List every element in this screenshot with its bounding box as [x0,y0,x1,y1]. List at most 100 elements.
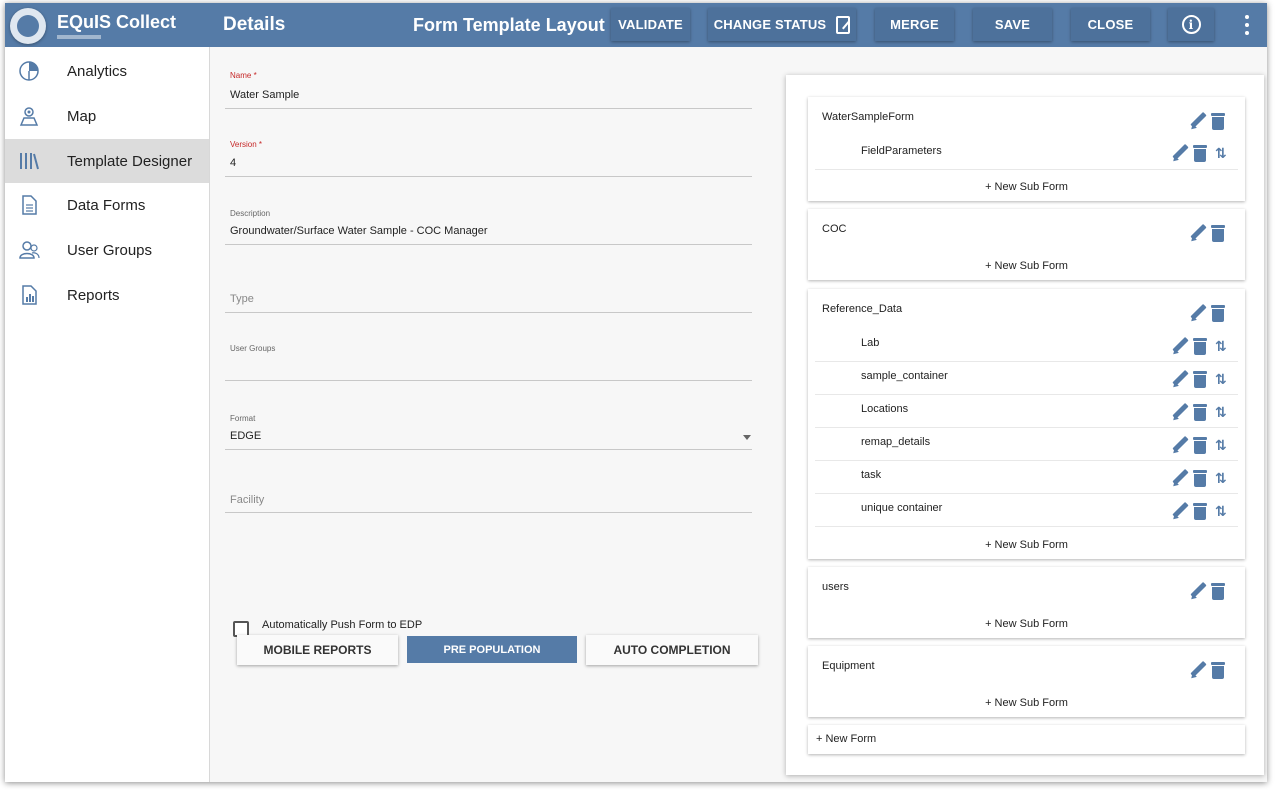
delete-icon[interactable] [1193,370,1207,388]
reorder-icon[interactable]: ⇅ [1215,144,1229,162]
reorder-icon[interactable]: ⇅ [1215,370,1229,388]
reorder-icon[interactable]: ⇅ [1215,469,1229,487]
name-field[interactable]: Name * Water Sample [225,67,752,109]
delete-icon[interactable] [1211,582,1225,600]
form-card-coc: COC + New Sub Form [808,209,1245,280]
app-name: EQuIS Collect [57,12,177,32]
sidebar-item-template-designer[interactable]: Template Designer [5,139,209,183]
users-icon [19,241,40,259]
merge-button[interactable]: MERGE [875,8,954,41]
edit-icon[interactable] [1171,502,1189,520]
edit-icon[interactable] [1171,337,1189,355]
delete-icon[interactable] [1211,661,1225,679]
description-label: Description [230,209,271,218]
delete-icon[interactable] [1211,112,1225,130]
pie-chart-icon [19,61,39,81]
version-field[interactable]: Version * 4 [225,135,752,177]
sub-form-name: sample_container [861,370,948,382]
new-sub-form-link[interactable]: + New Sub Form [808,260,1245,272]
sub-form-name: unique container [861,502,943,514]
form-card-users: users + New Sub Form [808,567,1245,638]
reorder-icon[interactable]: ⇅ [1215,337,1229,355]
chevron-down-icon [743,435,751,440]
save-button[interactable]: SAVE [973,8,1052,41]
close-button[interactable]: CLOSE [1071,8,1150,41]
sub-form-row: remap_details ⇅ [815,428,1238,461]
edit-icon[interactable] [1189,661,1207,679]
delete-icon[interactable] [1193,469,1207,487]
edit-icon[interactable] [1189,582,1207,600]
sidebar-item-user-groups[interactable]: User Groups [5,228,209,272]
new-form-label: + New Form [816,733,877,745]
new-sub-form-link[interactable]: + New Sub Form [808,618,1245,630]
edit-icon[interactable] [1171,370,1189,388]
sub-form-row: task ⇅ [815,461,1238,494]
validate-button[interactable]: VALIDATE [611,8,690,41]
delete-icon[interactable] [1193,144,1207,162]
mobile-reports-button[interactable]: MOBILE REPORTS [237,635,398,665]
change-status-button[interactable]: CHANGE STATUS [708,8,856,41]
description-value: Groundwater/Surface Water Sample - COC M… [230,225,488,237]
reorder-icon[interactable]: ⇅ [1215,436,1229,454]
name-value: Water Sample [230,89,300,101]
edit-document-icon [836,15,851,34]
auto-completion-label: AUTO COMPLETION [613,643,731,657]
sidebar-item-data-forms[interactable]: Data Forms [5,183,209,227]
brand: EQuIS Collect [5,3,210,47]
sidebar-item-map[interactable]: Map [5,94,209,138]
format-select[interactable]: Format EDGE [225,410,752,450]
edit-icon[interactable] [1171,436,1189,454]
validate-label: VALIDATE [618,17,683,32]
new-form-button[interactable]: + New Form [808,725,1245,754]
save-label: SAVE [994,17,1031,32]
info-button[interactable]: i [1168,8,1214,41]
reorder-icon[interactable]: ⇅ [1215,403,1229,421]
form-title: users [822,581,849,593]
facility-field[interactable]: Facility [225,489,752,513]
layout-title: Form Template Layout [413,15,605,35]
more-menu-icon[interactable] [1245,15,1249,35]
sidebar-item-label: Reports [67,286,120,304]
page-title: Details [223,14,286,35]
edit-icon[interactable] [1171,403,1189,421]
top-bar: EQuIS Collect Details Form Template Layo… [5,3,1267,47]
sidebar-item-label: Data Forms [67,196,146,214]
sidebar-item-label: Template Designer [67,152,193,170]
delete-icon[interactable] [1193,436,1207,454]
pre-population-label: PRE POPULATION [443,643,541,656]
form-title: Equipment [822,660,875,672]
sidebar-item-reports[interactable]: Reports [5,273,209,317]
sidebar-item-analytics[interactable]: Analytics [5,49,209,93]
edit-icon[interactable] [1189,304,1207,322]
sub-form-row: Locations ⇅ [815,395,1238,428]
delete-icon[interactable] [1193,403,1207,421]
delete-icon[interactable] [1211,304,1225,322]
pre-population-button[interactable]: PRE POPULATION [407,636,577,663]
edit-icon[interactable] [1189,112,1207,130]
reorder-icon[interactable]: ⇅ [1215,502,1229,520]
type-placeholder: Type [230,293,254,305]
type-field[interactable]: Type [225,289,752,313]
new-sub-form-link[interactable]: + New Sub Form [808,181,1245,193]
report-icon [22,285,37,305]
mobile-reports-label: MOBILE REPORTS [263,643,372,657]
sub-form-name: Locations [861,403,909,415]
auto-completion-button[interactable]: AUTO COMPLETION [586,635,758,665]
edit-icon[interactable] [1189,224,1207,242]
sub-form-name: Lab [861,337,880,349]
close-label: CLOSE [1087,17,1134,32]
edit-icon[interactable] [1171,144,1189,162]
sub-form-row: FieldParameters ⇅ [815,137,1238,170]
delete-icon[interactable] [1211,224,1225,242]
edit-icon[interactable] [1171,469,1189,487]
user-groups-field[interactable]: User Groups [225,340,752,381]
form-title: WaterSampleForm [822,111,914,123]
map-pin-icon [19,107,39,126]
description-field[interactable]: Description Groundwater/Surface Water Sa… [225,204,752,245]
delete-icon[interactable] [1193,337,1207,355]
new-sub-form-link[interactable]: + New Sub Form [808,697,1245,709]
form-card-watersampleform: WaterSampleForm FieldParameters ⇅ + New … [808,97,1245,201]
new-sub-form-link[interactable]: + New Sub Form [808,539,1245,551]
delete-icon[interactable] [1193,502,1207,520]
app-logo-icon[interactable] [10,8,46,44]
